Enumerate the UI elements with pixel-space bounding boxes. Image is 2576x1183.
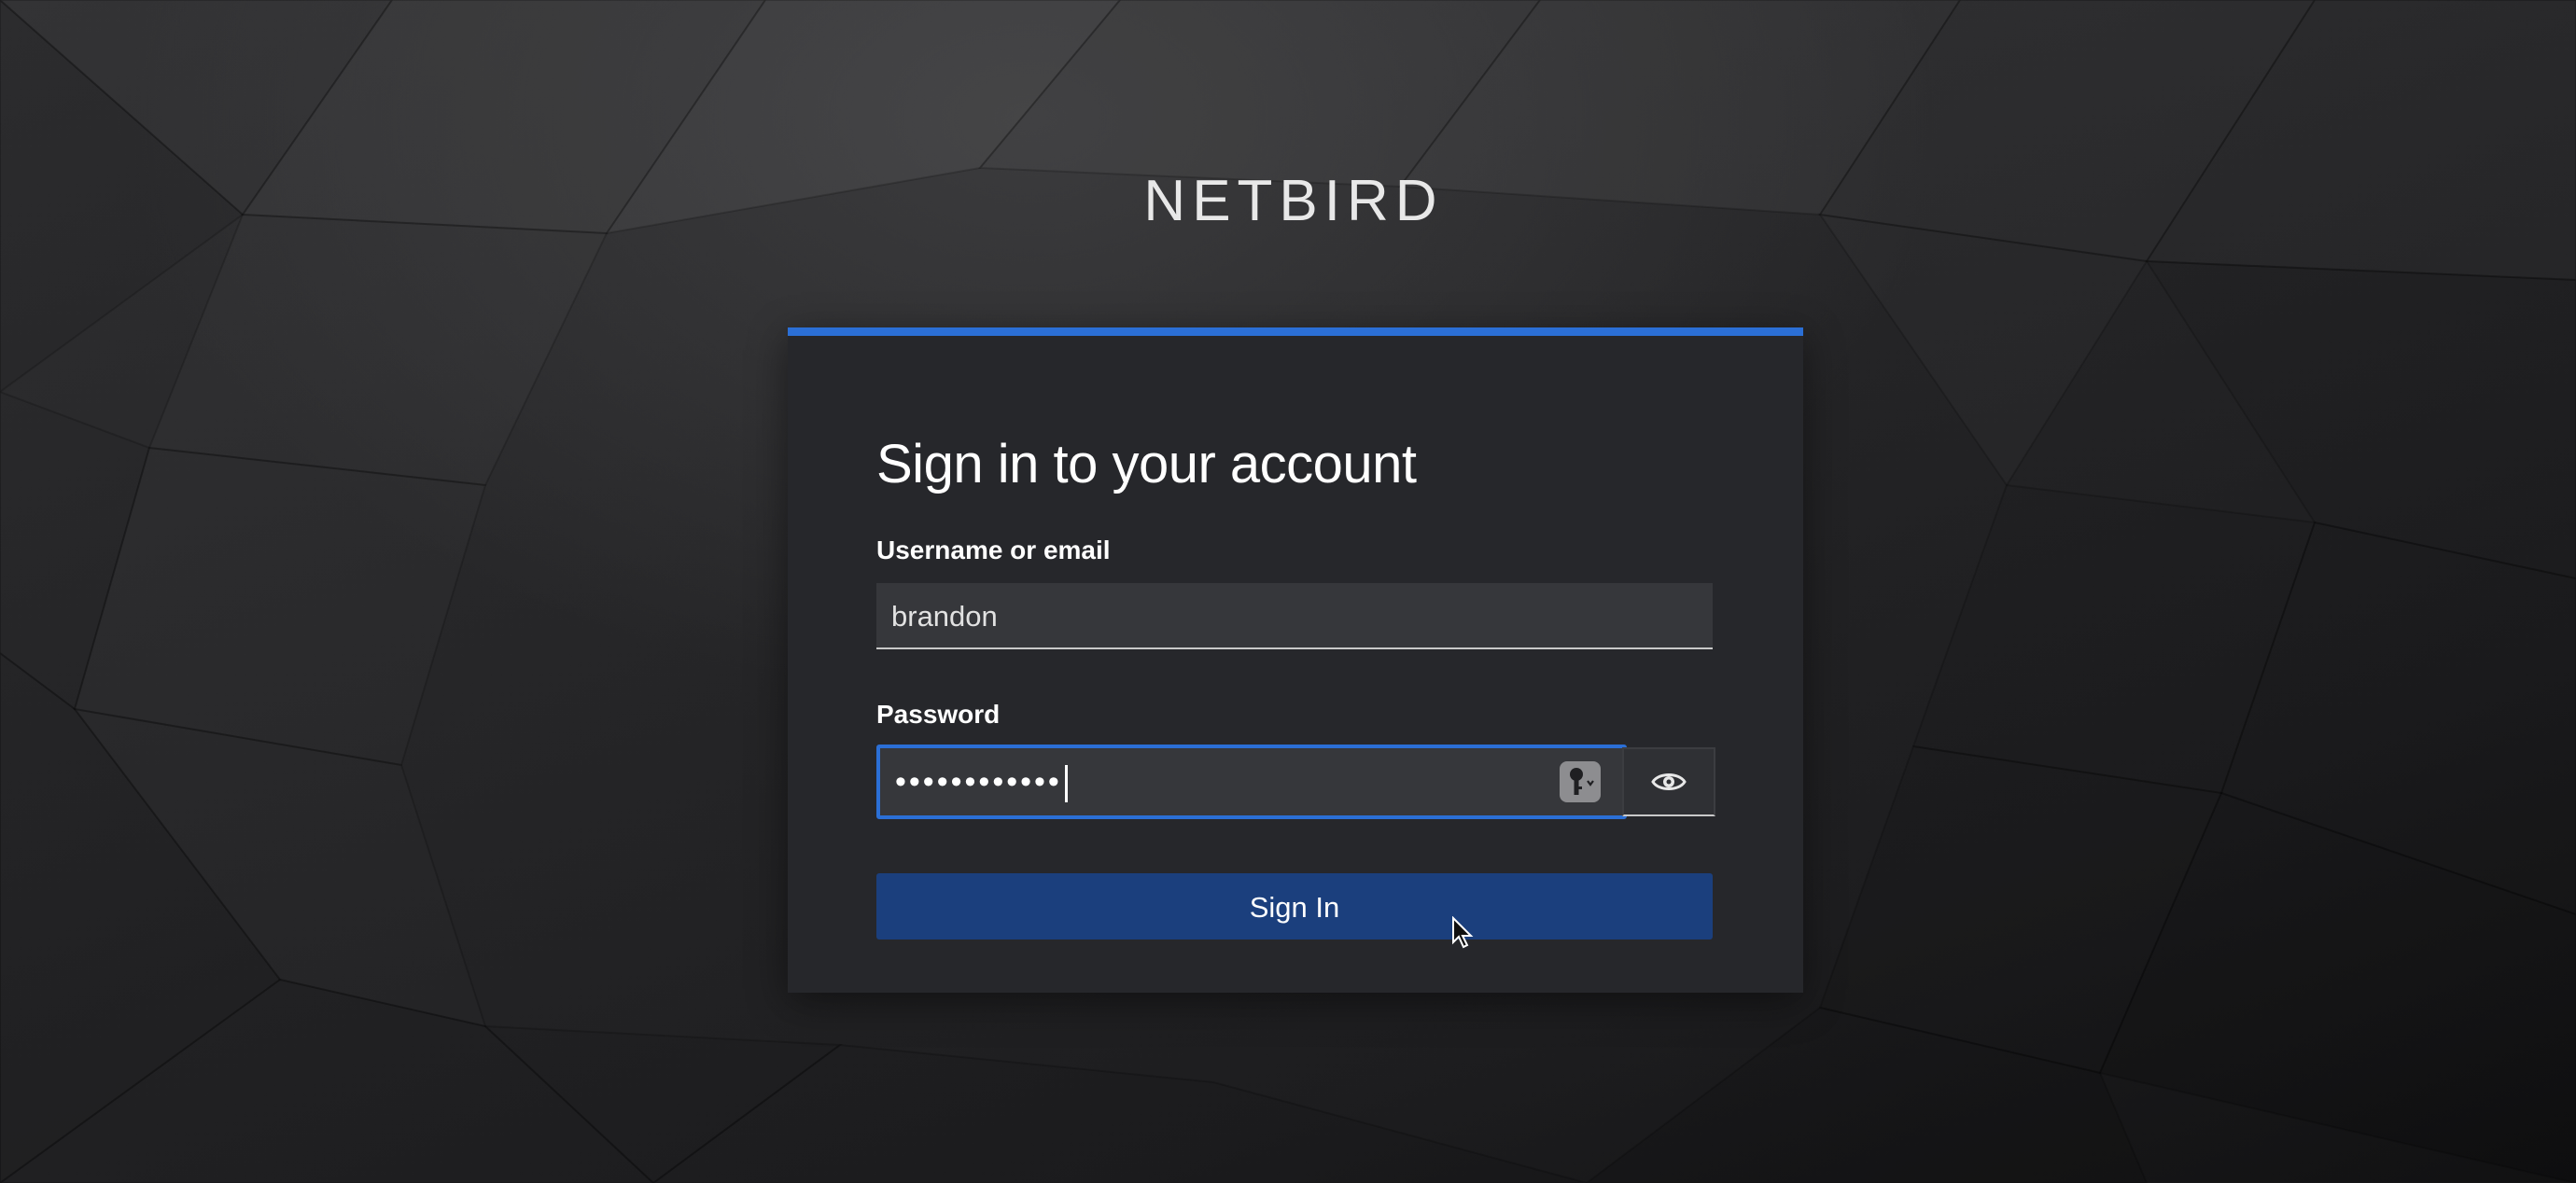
show-password-button[interactable] — [1622, 747, 1715, 816]
username-label: Username or email — [876, 536, 1111, 564]
sign-in-button[interactable]: Sign In — [876, 873, 1713, 939]
eye-icon — [1651, 773, 1687, 790]
login-card: Sign in to your account Username or emai… — [788, 327, 1803, 993]
text-caret — [1064, 765, 1068, 803]
password-input[interactable]: •••••••••••• — [876, 745, 1627, 819]
key-icon[interactable] — [1560, 761, 1601, 802]
password-label: Password — [876, 700, 1001, 729]
mouse-pointer-icon — [1452, 916, 1474, 949]
username-input[interactable]: brandon — [876, 583, 1713, 649]
netbird-logo: NETBIRD — [1143, 169, 1444, 233]
password-mask: •••••••••••• — [895, 764, 1062, 800]
page-title: Sign in to your account — [876, 434, 1417, 494]
